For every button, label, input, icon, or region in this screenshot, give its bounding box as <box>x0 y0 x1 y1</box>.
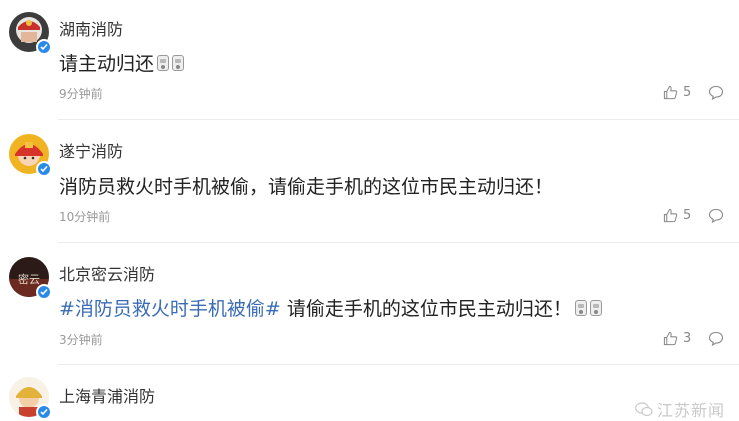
commenter-name[interactable]: 遂宁消防 <box>59 138 123 162</box>
reply-button[interactable] <box>708 208 724 227</box>
verified-badge-icon <box>36 404 52 420</box>
reply-button[interactable] <box>708 331 724 350</box>
reply-button[interactable] <box>708 85 724 104</box>
like-count: 3 <box>683 331 692 346</box>
comment-text: 请主动归还 <box>59 49 185 76</box>
like-count: 5 <box>683 85 692 100</box>
avatar[interactable] <box>9 134 52 177</box>
verified-badge-icon <box>36 39 52 55</box>
comment-bubble-icon <box>708 208 724 224</box>
hashtag-link[interactable]: #消防员救火时手机被偷# <box>59 298 281 320</box>
comment-timestamp: 9分钟前 <box>59 87 103 101</box>
wechat-logo-icon <box>635 401 653 416</box>
avatar[interactable] <box>9 12 52 55</box>
like-count: 5 <box>683 208 692 223</box>
svg-text:密云: 密云 <box>18 272 40 286</box>
avatar[interactable] <box>9 377 52 420</box>
comment-timestamp: 10分钟前 <box>59 210 111 224</box>
emoji-icon <box>574 300 587 316</box>
like-button[interactable]: 5 <box>663 208 691 223</box>
avatar[interactable]: 密云 <box>9 257 52 300</box>
verified-badge-icon <box>36 161 52 177</box>
thumbs-up-icon <box>663 331 678 346</box>
emoji-icon <box>172 55 185 71</box>
comment-text-body: 请偷走手机的这位市民主动归还！ <box>280 298 572 320</box>
divider <box>58 364 739 365</box>
comment-text: 消防员救火时手机被偷，请偷走手机的这位市民主动归还！ <box>59 176 554 198</box>
divider <box>58 119 739 120</box>
commenter-name[interactable]: 北京密云消防 <box>59 261 155 285</box>
comment-text-body: 请主动归还 <box>59 53 155 75</box>
commenter-name[interactable]: 湖南消防 <box>59 16 123 40</box>
verified-badge-icon <box>36 284 52 300</box>
watermark-text: 江苏新闻 <box>656 401 725 420</box>
thumbs-up-icon <box>663 208 678 223</box>
comment-bubble-icon <box>708 85 724 101</box>
divider <box>58 242 739 243</box>
watermark: 江苏新闻 <box>635 397 725 421</box>
emoji-icon <box>589 300 602 316</box>
comment-text: #消防员救火时手机被偷# 请偷走手机的这位市民主动归还！ <box>59 294 602 321</box>
commenter-name[interactable]: 上海青浦消防 <box>59 383 155 407</box>
thumbs-up-icon <box>663 85 678 100</box>
comment-bubble-icon <box>708 331 724 347</box>
like-button[interactable]: 3 <box>663 331 691 346</box>
comment-timestamp: 3分钟前 <box>59 333 103 347</box>
like-button[interactable]: 5 <box>663 85 691 100</box>
emoji-icon <box>157 55 170 71</box>
